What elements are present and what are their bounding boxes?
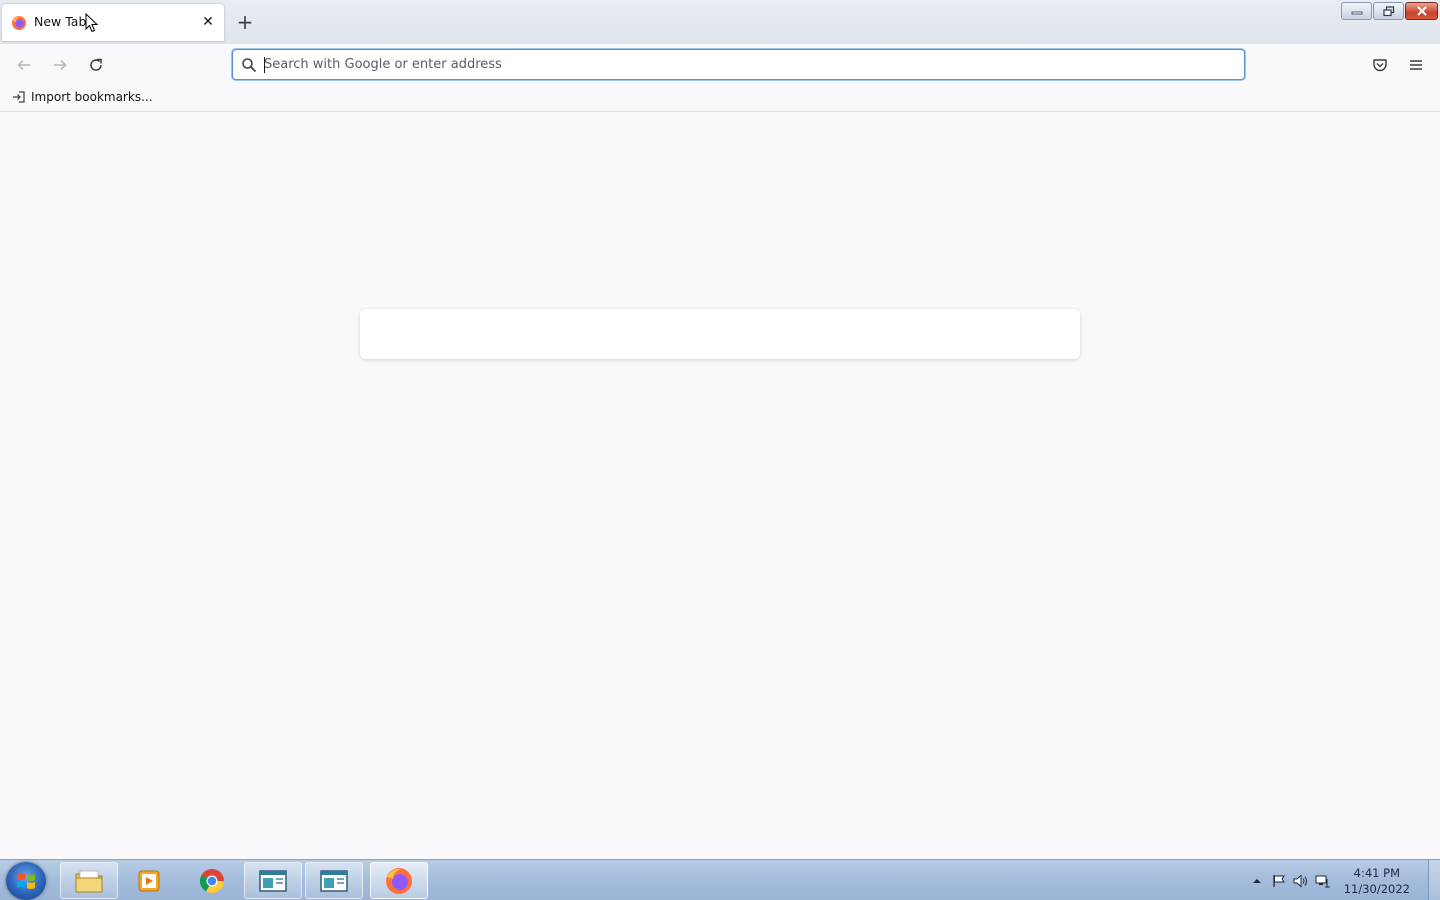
search-icon [242,58,257,73]
pocket-icon [1373,59,1387,72]
taskbar-media-player[interactable] [120,862,178,899]
forward-button[interactable] [48,53,72,77]
system-tray: 4:41 PM 11/30/2022 [1246,860,1440,900]
firefox-icon [386,867,412,894]
tab-new-tab[interactable]: New Tab ✕ [2,4,224,41]
restore-button[interactable] [1373,2,1404,20]
taskbar-firefox[interactable] [370,862,428,899]
mouse-cursor-icon [85,13,99,33]
clock[interactable]: 4:41 PM 11/30/2022 [1344,865,1410,897]
network-icon [1315,875,1330,887]
pocket-button[interactable] [1368,53,1392,77]
volume-button[interactable] [1290,871,1312,891]
close-tab-icon[interactable]: ✕ [199,13,217,31]
start-button[interactable] [6,862,46,900]
app-menu-button[interactable] [1404,53,1428,77]
close-icon [1416,6,1427,16]
show-hidden-icons-button[interactable] [1246,871,1268,891]
app-window-icon [259,869,287,892]
chevron-up-icon [1252,878,1261,883]
hamburger-menu-icon [1410,60,1422,70]
import-bookmarks-label: Import bookmarks... [31,90,153,104]
restore-icon [1382,5,1394,16]
bookmarks-toolbar: Import bookmarks... [0,85,1440,112]
flag-icon [1273,874,1285,887]
clock-time: 4:41 PM [1353,865,1401,880]
clock-date: 11/30/2022 [1343,881,1410,896]
forward-arrow-icon [54,59,67,71]
address-bar[interactable] [232,49,1245,80]
new-tab-button[interactable]: + [233,10,257,34]
import-icon [13,91,25,103]
back-button[interactable] [12,53,36,77]
app-window-icon [320,869,348,892]
taskbar-chrome[interactable] [183,862,241,899]
navigation-toolbar [0,44,1440,85]
tab-title: New Tab [34,14,87,29]
media-player-icon [138,870,160,891]
minimize-icon [1351,11,1362,15]
new-tab-search-box[interactable] [360,309,1080,359]
speaker-icon [1293,873,1307,888]
reload-icon [90,58,102,71]
action-center-button[interactable] [1268,871,1290,891]
tab-strip: New Tab ✕ + [0,0,1440,44]
new-tab-page [0,113,1440,859]
windows-logo-icon [17,873,35,889]
back-arrow-icon [17,59,30,71]
window-controls [1341,2,1438,20]
taskbar-app-window-2[interactable] [305,862,363,899]
close-window-button[interactable] [1405,2,1438,20]
chrome-icon [199,868,224,893]
taskbar: 4:41 PM 11/30/2022 [0,859,1440,900]
firefox-icon [12,16,26,30]
show-desktop-button[interactable] [1428,860,1440,900]
text-caret [264,57,265,73]
import-bookmarks-button[interactable]: Import bookmarks... [12,90,153,104]
minimize-button[interactable] [1341,2,1372,20]
taskbar-app-window-1[interactable] [244,862,302,899]
network-button[interactable] [1312,871,1334,891]
reload-button[interactable] [84,53,108,77]
taskbar-file-explorer[interactable] [60,862,118,899]
address-input[interactable] [264,53,1224,76]
folder-icon [75,870,103,892]
